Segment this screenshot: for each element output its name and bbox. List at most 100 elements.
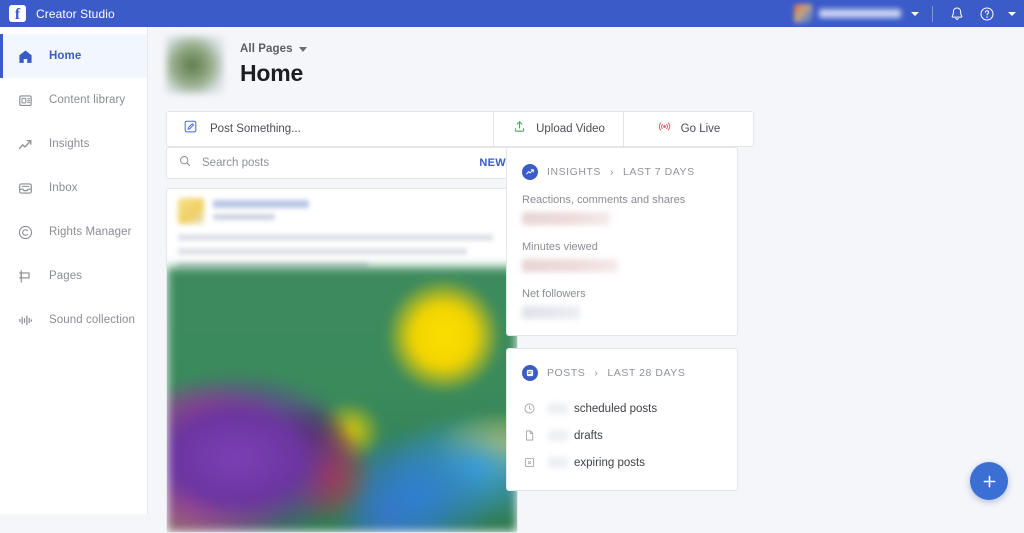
chevron-down-icon	[298, 46, 307, 52]
row-label: drafts	[574, 429, 603, 442]
help-button[interactable]	[979, 6, 995, 22]
broadcast-icon	[657, 119, 672, 139]
drafts-count-redacted	[548, 430, 568, 441]
post-text-line	[178, 234, 493, 241]
sidebar-item-label: Content library	[49, 94, 126, 106]
metric-reactions: Reactions, comments and shares	[522, 194, 722, 225]
metric-label: Minutes viewed	[522, 241, 598, 253]
sidebar-item-inbox[interactable]: Inbox	[0, 166, 147, 210]
divider	[932, 5, 933, 22]
avatar	[794, 4, 813, 23]
new-badge: NEW	[479, 157, 506, 169]
composer-bar: Post Something... Upload Video Go Live	[166, 111, 754, 147]
sidebar-item-label: Rights Manager	[49, 226, 132, 238]
inbox-tray-icon	[16, 179, 35, 198]
page-header-text: All Pages Home	[240, 36, 307, 87]
facebook-logo-icon	[9, 5, 26, 22]
sidebar-item-label: Pages	[49, 270, 83, 282]
audio-waveform-icon	[16, 311, 35, 330]
row-drafts[interactable]: drafts	[522, 422, 722, 449]
metric-label: Reactions, comments and shares	[522, 194, 686, 206]
chevron-down-icon	[911, 11, 919, 16]
sidebar-item-content-library[interactable]: Content library	[0, 78, 147, 122]
insights-card-title: INSIGHTS	[547, 166, 601, 178]
feed-column: Search posts NEW	[166, 147, 518, 533]
row-expiring-posts[interactable]: expiring posts	[522, 449, 722, 476]
account-name-redacted	[819, 9, 901, 18]
post-author-redacted	[213, 198, 309, 224]
sidebar-item-label: Sound collection	[49, 314, 135, 326]
post-timestamp-redacted	[213, 214, 275, 220]
search-icon	[178, 154, 192, 173]
upload-video-button[interactable]: Upload Video	[494, 112, 623, 146]
go-live-button[interactable]: Go Live	[624, 112, 753, 146]
create-fab-button[interactable]	[970, 462, 1008, 500]
all-pages-selector[interactable]: All Pages	[240, 43, 307, 55]
post-body-redacted	[167, 224, 517, 269]
posts-card-range: LAST 28 DAYS	[607, 367, 686, 379]
page-thumbnail[interactable]	[166, 36, 224, 94]
posts-card-header[interactable]: POSTS › LAST 28 DAYS	[522, 365, 722, 381]
insights-chart-icon	[16, 135, 35, 154]
posts-card: POSTS › LAST 28 DAYS scheduled posts dra…	[506, 348, 738, 491]
metric-minutes-viewed: Minutes viewed	[522, 241, 722, 272]
brand-area[interactable]: Creator Studio	[0, 5, 115, 22]
page-header: All Pages Home	[148, 27, 1024, 94]
sidebar-item-label: Insights	[49, 138, 90, 150]
chevron-down-icon[interactable]	[1008, 11, 1016, 16]
post-author-name-redacted	[213, 200, 309, 208]
sidebar-item-home[interactable]: Home	[0, 34, 147, 78]
sidebar-item-rights-manager[interactable]: Rights Manager	[0, 210, 147, 254]
search-input[interactable]: Search posts	[202, 157, 479, 169]
post-something-button[interactable]: Post Something...	[167, 112, 493, 146]
post-text-line	[178, 248, 467, 255]
top-bar: Creator Studio	[0, 0, 1024, 27]
avatar	[178, 198, 204, 224]
scheduled-posts-count-redacted	[548, 403, 568, 414]
row-label: expiring posts	[574, 456, 645, 469]
search-posts-bar[interactable]: Search posts NEW	[166, 147, 518, 179]
compose-pencil-icon	[183, 119, 198, 139]
home-icon	[16, 47, 35, 66]
breadcrumb-separator: ›	[610, 166, 615, 178]
insights-chart-icon	[522, 164, 538, 180]
page-title: Home	[240, 60, 304, 86]
copyright-circle-icon	[16, 223, 35, 242]
posts-card-title: POSTS	[547, 367, 586, 379]
sidebar-item-label: Inbox	[49, 182, 78, 194]
insights-card-header[interactable]: INSIGHTS › LAST 7 DAYS	[522, 164, 722, 180]
post-something-label: Post Something...	[210, 123, 301, 135]
post-card[interactable]	[166, 188, 518, 533]
question-circle-icon	[980, 7, 994, 20]
metric-value-redacted	[522, 259, 618, 272]
metric-value-redacted	[522, 212, 610, 225]
post-header	[167, 189, 517, 224]
insights-card: INSIGHTS › LAST 7 DAYS Reactions, commen…	[506, 147, 738, 336]
sidebar-item-label: Home	[49, 50, 82, 62]
sidebar-item-insights[interactable]: Insights	[0, 122, 147, 166]
breadcrumb: All Pages	[240, 43, 293, 55]
bell-icon	[951, 7, 963, 20]
expiring-icon	[522, 456, 536, 470]
account-switcher[interactable]	[790, 0, 923, 27]
metric-label: Net followers	[522, 288, 586, 300]
metric-value-redacted	[522, 306, 580, 319]
content-library-icon	[16, 91, 35, 110]
sidebar-item-pages[interactable]: Pages	[0, 254, 147, 298]
main-content: All Pages Home Post Something... Upload …	[148, 27, 1024, 533]
upload-video-label: Upload Video	[536, 123, 605, 135]
notifications-button[interactable]	[949, 6, 965, 22]
post-image	[167, 267, 517, 532]
flag-icon	[16, 267, 35, 286]
brand-name: Creator Studio	[36, 6, 115, 21]
sidebar-item-sound-collection[interactable]: Sound collection	[0, 298, 147, 342]
clock-icon	[522, 402, 536, 416]
insights-card-range: LAST 7 DAYS	[623, 166, 695, 178]
row-scheduled-posts[interactable]: scheduled posts	[522, 395, 722, 422]
plus-icon	[983, 475, 995, 487]
go-live-label: Go Live	[680, 123, 721, 135]
upload-arrow-icon	[512, 119, 527, 139]
row-label: scheduled posts	[574, 402, 658, 415]
post-document-icon	[522, 365, 538, 381]
sidebar: Home Content library Insights Inbox Righ…	[0, 27, 148, 514]
